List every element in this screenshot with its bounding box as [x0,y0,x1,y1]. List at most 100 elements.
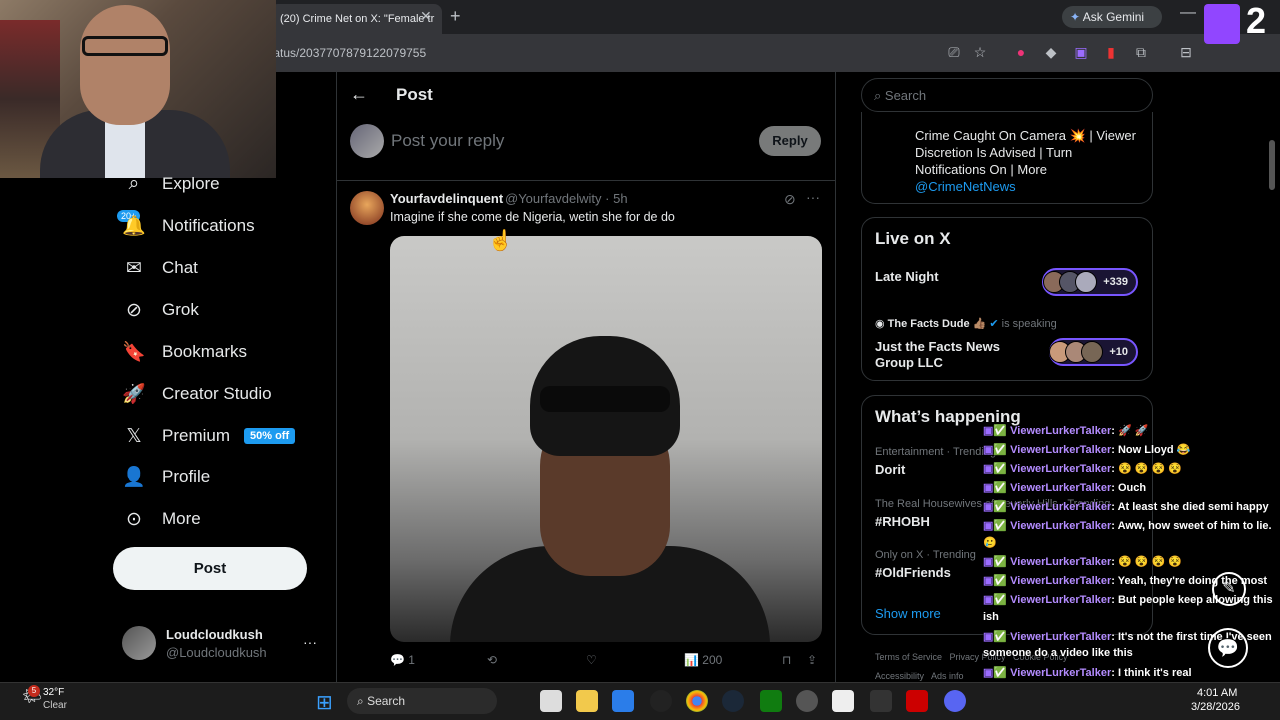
chat-badge-icon: ▣✅ [983,501,1011,513]
views-count: 200 [702,653,723,667]
chrome-icon[interactable] [686,690,708,712]
extension-twitch-icon[interactable]: ▣ [1071,42,1091,62]
file-explorer-icon[interactable] [576,690,598,712]
clock-time[interactable]: 4:01 AM [1197,687,1237,699]
browser-tab[interactable]: (20) Crime Net on X: "Female tr [270,4,442,34]
page-title: Post [396,85,433,104]
account-handle: @Loudcloudkush [166,645,267,660]
footer-links-2[interactable]: Accessibility Ads info [875,671,964,681]
tweet-author-name[interactable]: Yourfavdelinquent [390,191,503,206]
sidebar-item-chat[interactable]: ✉ Chat [122,253,198,283]
chat-message: ▣✅ ViewerLurkerTalker: 😵 😵 😵 😵 [983,462,1182,475]
page-scrollbar[interactable] [1269,140,1275,190]
extension-red-icon[interactable]: ▮ [1101,42,1121,62]
address-bar[interactable]: tatus/2037707879122079755 [270,41,930,65]
steam-icon[interactable] [722,690,744,712]
account-more-icon[interactable]: ··· [303,634,317,650]
post-button[interactable]: Post [113,547,307,590]
game-icon[interactable] [650,690,672,712]
clock-date[interactable]: 3/28/2026 [1191,701,1240,713]
chat-message: someone do a video like this [983,647,1133,659]
like-icon[interactable]: ♡ [586,653,597,667]
task-view-icon[interactable] [540,690,562,712]
chat-text: : But people keep allowing this [1111,594,1273,606]
ask-gemini-button[interactable]: ✦ Ask Gemini [1062,6,1162,28]
rocket-icon: 🚀 [122,384,146,405]
bio-link[interactable]: @CrimeNetNews [915,179,1016,194]
views-icon[interactable]: 📊 200 [684,653,722,667]
account-avatar[interactable] [122,626,156,660]
tweet-handle-time[interactable]: @Yourfavdelwity · 5h [505,191,628,206]
taskbar-search[interactable]: ⌕ Search [347,688,497,714]
chat-username: ViewerLurkerTalker [1010,556,1112,568]
live1-name[interactable]: Late Night [875,269,939,284]
minimize-window-icon[interactable]: — [1180,4,1196,22]
sidebar-item-explore[interactable]: ⌕ Explore [122,169,220,199]
chat-badge-icon: ▣✅ [983,425,1011,437]
sidebar-item-creator-studio[interactable]: 🚀 Creator Studio [122,379,271,409]
chat-username: ViewerLurkerTalker [1010,520,1112,532]
obs-icon[interactable] [796,690,818,712]
star-icon[interactable]: ☆ [970,42,990,62]
search-input[interactable]: ⌕ Search [861,78,1153,112]
trend-name[interactable]: #OldFriends [875,565,951,580]
weather-desc: Clear [43,700,67,711]
sidebar-item-grok[interactable]: ⊘ Grok [122,295,199,325]
sunglasses [540,386,670,412]
live2-name[interactable]: Just the Facts News Group LLC [875,339,1040,371]
xbox-icon[interactable] [760,690,782,712]
reply-icon[interactable]: 💬 1 [390,653,415,667]
sidebar-item-bookmarks[interactable]: 🔖 Bookmarks [122,337,247,367]
x-logo-icon: 𝕏 [126,425,142,447]
live2-pill[interactable]: +10 [1049,338,1138,366]
chat-username: ViewerLurkerTalker [1010,501,1112,513]
messages-icon[interactable]: 💬 [1208,628,1248,668]
hand-cursor-icon: ☝ [488,230,513,252]
tweet-more-icon[interactable]: ··· [806,189,820,205]
webcam-overlay [0,0,276,178]
tweet-image[interactable] [390,236,822,642]
reply-count: 1 [408,653,415,667]
grok-tweet-icon[interactable]: ⊘ [784,191,796,208]
install-icon[interactable]: ⎚ [944,42,964,62]
sidebar-item-label: Explore [162,174,220,193]
bookmark-tweet-icon[interactable]: ⊓ [782,653,791,667]
calculator-icon[interactable] [832,690,854,712]
close-tab-icon[interactable]: ✕ [420,8,432,25]
retweet-icon[interactable]: ⟲ [487,653,497,667]
sidebar-item-label: Notifications [162,216,255,235]
puzzle-icon[interactable]: ⧉ [1131,42,1151,62]
show-more-link[interactable]: Show more [875,606,941,621]
store-icon[interactable] [612,690,634,712]
trend-name[interactable]: Dorit [875,462,905,477]
trend-name[interactable]: #RHOBH [875,514,930,529]
live1-pill[interactable]: +339 [1042,268,1138,296]
sidebar-item-profile[interactable]: 👤 Profile [122,462,210,492]
new-tab-button[interactable]: + [450,6,461,27]
reply-button[interactable]: Reply [759,126,821,156]
app-icon[interactable] [870,690,892,712]
windows-start-icon[interactable]: ⊞ [316,690,333,715]
chat-text: : At least she died semi happy [1111,501,1269,513]
discord-icon[interactable] [944,690,966,712]
reply-input[interactable]: Post your reply [391,131,504,151]
extension-diamond-icon[interactable]: ◆ [1041,42,1061,62]
share-icon[interactable]: ⇪ [807,653,817,667]
back-arrow-icon[interactable]: ← [350,84,368,105]
extension-color-icon[interactable]: ● [1011,42,1031,62]
chat-text: : 😵 😵 😵 😵 [1111,556,1182,568]
weather-temp[interactable]: 32°F [43,687,64,698]
sidebar-item-notifications[interactable]: 🔔 Notifications [122,211,255,241]
tweet-avatar[interactable] [350,191,384,225]
compose-icon[interactable]: ✎ [1212,572,1246,606]
chat-username: ViewerLurkerTalker [1010,594,1112,606]
rockstar-icon[interactable] [906,690,928,712]
account-name[interactable]: Loudcloudkush [166,627,263,642]
sidebar-item-more[interactable]: ⊙ More [122,504,201,534]
sidebar-toggle-icon[interactable]: ⊟ [1176,42,1196,62]
grok-icon: ⊘ [126,299,142,321]
chat-message: ish [983,611,999,623]
sidebar-item-premium[interactable]: 𝕏 Premium 50% off [122,421,296,451]
chat-message: ▣✅ ViewerLurkerTalker: I think it's real [983,666,1192,679]
chat-message: ▣✅ ViewerLurkerTalker: 😵 😵 😵 😵 [983,555,1182,568]
